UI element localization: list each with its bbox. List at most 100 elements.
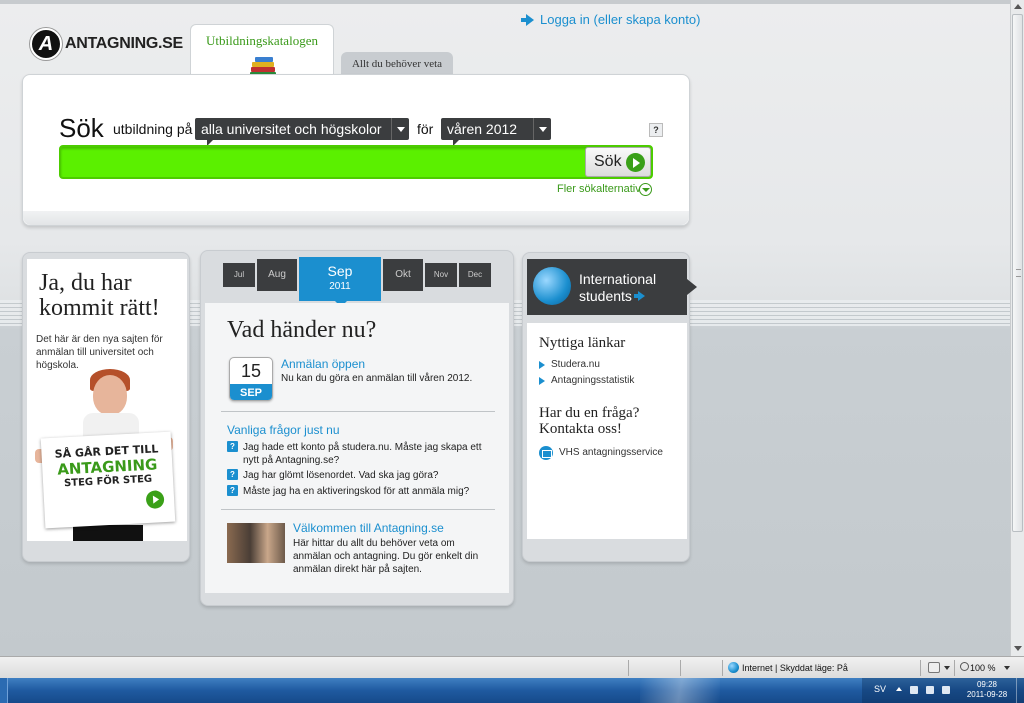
international-students-label: International students xyxy=(579,271,657,304)
welcome-panel: Ja, du har kommit rätt! Det här är den n… xyxy=(22,252,190,562)
arrow-right-icon xyxy=(539,377,545,385)
globe-icon xyxy=(533,267,571,305)
clock-time: 09:28 xyxy=(976,680,998,689)
links-panel: International students Nyttiga länkar St… xyxy=(522,252,697,562)
show-hidden-icons-icon[interactable] xyxy=(896,687,902,691)
internet-zone-icon xyxy=(728,662,739,673)
tab-allt-du-behover-veta[interactable]: Allt du behöver veta xyxy=(341,52,453,76)
scroll-down-icon[interactable] xyxy=(1014,646,1022,651)
calendar-month: SEP xyxy=(230,384,272,400)
welcome-title: Ja, du har kommit rätt! xyxy=(39,270,160,321)
active-month-name: Sep xyxy=(327,263,353,279)
scope-select-value: alla universitet och högskolor xyxy=(201,121,382,137)
search-label-for: för xyxy=(417,121,434,137)
contact-title: Har du en fråga? Kontakta oss! xyxy=(539,405,640,437)
active-month-year: 2011 xyxy=(329,281,351,292)
browser-statusbar: Internet | Skyddat läge: På 100 % xyxy=(0,656,1024,678)
logo-text: ANTAGNING.SE xyxy=(65,35,183,52)
faq-item-label: Jag hade ett konto på studera.nu. Måste … xyxy=(243,442,482,466)
month-tab-okt[interactable]: Okt xyxy=(383,259,423,291)
faq-title: Vanliga frågor just nu xyxy=(227,423,340,437)
contact-link[interactable]: VHS antagningsservice xyxy=(539,446,663,460)
month-tab-jul[interactable]: Jul xyxy=(223,263,255,287)
event-description: Nu kan du göra en anmälan till våren 201… xyxy=(281,373,473,384)
question-icon: ? xyxy=(227,485,238,496)
login-link[interactable]: Logga in (eller skapa konto) xyxy=(521,12,701,27)
question-icon: ? xyxy=(227,469,238,480)
news-panel: Jul Aug Sep 2011 Okt Nov Dec Vad händer … xyxy=(200,250,514,606)
volume-icon[interactable] xyxy=(942,686,950,694)
site-logo[interactable]: A ANTAGNING.SE xyxy=(30,28,183,60)
language-indicator[interactable]: SV xyxy=(874,684,886,694)
month-tab-nov[interactable]: Nov xyxy=(425,263,457,287)
search-panel: Sök utbildning på alla universitet och h… xyxy=(22,74,690,226)
news-title: Vad händer nu? xyxy=(227,317,377,343)
faq-item[interactable]: ? Måste jag ha en aktiveringskod för att… xyxy=(227,485,487,498)
arrow-right-icon xyxy=(539,361,545,369)
arrow-right-icon xyxy=(521,13,534,26)
top-border xyxy=(0,0,1010,4)
help-icon[interactable]: ? xyxy=(649,123,663,137)
network-icon[interactable] xyxy=(926,686,934,694)
mail-icon xyxy=(539,446,553,460)
arrow-right-icon xyxy=(633,291,645,301)
arrow-right-icon xyxy=(626,153,645,172)
welcome-thumbnail-image[interactable] xyxy=(227,523,285,563)
month-tab-sep[interactable]: Sep 2011 xyxy=(299,257,381,307)
scrollbar-thumb[interactable] xyxy=(1012,14,1023,532)
welcome-text: Här hittar du allt du behöver veta om an… xyxy=(293,538,479,575)
faq-item-label: Måste jag ha en aktiveringskod för att a… xyxy=(243,486,470,497)
term-select[interactable]: våren 2012 xyxy=(441,118,551,146)
link-antagningsstatistik[interactable]: Antagningsstatistik xyxy=(539,375,634,386)
search-label-utbildning: utbildning på xyxy=(113,121,193,137)
flag-icon[interactable] xyxy=(910,686,918,694)
chevron-down-icon[interactable] xyxy=(1004,666,1010,670)
search-heading: Sök xyxy=(59,113,104,143)
faq-item[interactable]: ? Jag hade ett konto på studera.nu. Måst… xyxy=(227,441,487,467)
arrow-right-icon xyxy=(145,490,165,510)
protected-mode-icon[interactable] xyxy=(928,662,940,673)
security-zone: Internet | Skyddat läge: På xyxy=(742,663,848,673)
month-tab-dec[interactable]: Dec xyxy=(459,263,491,287)
browser-viewport: A ANTAGNING.SE Logga in (eller skapa kon… xyxy=(0,0,1010,656)
calendar-icon: 15 SEP xyxy=(229,357,273,401)
faq-item-label: Jag har glömt lösenordet. Vad ska jag gö… xyxy=(243,470,439,481)
search-input[interactable] xyxy=(59,145,653,179)
zoom-level[interactable]: 100 % xyxy=(970,663,996,673)
system-tray: SV 09:28 2011-09-28 xyxy=(862,678,1024,703)
event-title-link[interactable]: Anmälan öppen xyxy=(281,357,365,371)
clock[interactable]: 09:28 2011-09-28 xyxy=(964,680,1010,700)
chevron-down-icon xyxy=(391,118,409,140)
calendar-day: 15 xyxy=(240,361,262,381)
scroll-up-icon[interactable] xyxy=(1014,4,1022,9)
steg-for-steg-sign[interactable]: SÅ GÅR DET TILL ANTAGNING STEG FÖR STEG xyxy=(40,431,176,529)
tab-label: Utbildningskatalogen xyxy=(206,33,318,48)
faq-item[interactable]: ? Jag har glömt lösenordet. Vad ska jag … xyxy=(227,469,487,482)
link-studera-nu[interactable]: Studera.nu xyxy=(539,359,600,370)
welcome-description: Det här är den nya sajten för anmälan ti… xyxy=(36,334,163,371)
chevron-down-icon xyxy=(533,118,551,140)
month-tab-aug[interactable]: Aug xyxy=(257,259,297,291)
search-button-label: Sök xyxy=(594,153,622,170)
welcome-link[interactable]: Välkommen till Antagning.se xyxy=(293,521,444,535)
zoom-icon[interactable] xyxy=(960,662,969,671)
logo-badge-icon: A xyxy=(30,28,62,60)
chevron-down-icon[interactable] xyxy=(944,666,950,670)
more-search-options-link[interactable]: Fler sökalternativ xyxy=(557,183,641,195)
international-students-banner[interactable]: International students xyxy=(527,259,697,315)
chevron-down-icon[interactable] xyxy=(639,183,652,196)
show-desktop-button[interactable] xyxy=(1016,678,1024,703)
start-edge[interactable] xyxy=(0,678,8,703)
divider xyxy=(221,509,495,510)
login-link-label: Logga in (eller skapa konto) xyxy=(540,12,701,27)
clock-date: 2011-09-28 xyxy=(966,690,1008,699)
question-icon: ? xyxy=(227,441,238,452)
tab-utbildningskatalogen[interactable]: Utbildningskatalogen xyxy=(190,24,334,82)
useful-links-title: Nyttiga länkar xyxy=(539,335,626,351)
vertical-scrollbar[interactable] xyxy=(1010,0,1024,656)
scope-select[interactable]: alla universitet och högskolor xyxy=(195,118,409,146)
divider xyxy=(221,411,495,412)
windows-taskbar: SV 09:28 2011-09-28 xyxy=(0,678,1024,703)
term-select-value: våren 2012 xyxy=(447,121,518,137)
search-button[interactable]: Sök xyxy=(585,147,651,177)
